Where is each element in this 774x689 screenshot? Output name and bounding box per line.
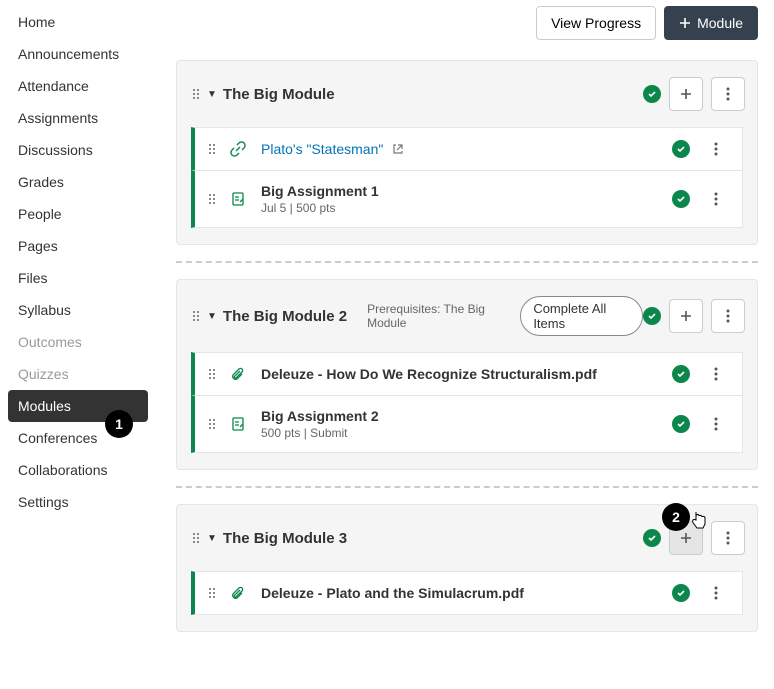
published-icon <box>672 584 690 602</box>
module-item[interactable]: Big Assignment 2 500 pts | Submit <box>191 396 743 453</box>
kebab-icon[interactable] <box>704 586 728 600</box>
published-icon <box>672 140 690 158</box>
module-header: ▼ The Big Module 2 Prerequisites: The Big … <box>177 280 757 352</box>
nav-item-grades[interactable]: Grades <box>8 166 168 198</box>
module-items: Plato's "Statesman" Big Assignment 1 Jul … <box>177 127 757 244</box>
prerequisite-text: Prerequisites: The Big Module <box>367 302 510 330</box>
collapse-caret-icon[interactable]: ▼ <box>207 89 217 100</box>
drag-handle-icon[interactable] <box>205 194 219 204</box>
view-progress-button[interactable]: View Progress <box>536 6 656 40</box>
published-icon <box>672 415 690 433</box>
plus-icon <box>679 17 691 29</box>
assignment-icon <box>229 416 247 432</box>
drag-handle-icon[interactable] <box>189 533 203 543</box>
item-title: Deleuze - Plato and the Simulacrum.pdf <box>261 585 672 601</box>
published-icon <box>643 307 661 325</box>
published-icon <box>643 85 661 103</box>
attachment-icon <box>229 585 247 601</box>
published-icon <box>672 190 690 208</box>
nav-item-people[interactable]: People <box>8 198 168 230</box>
nav-item-announcements[interactable]: Announcements <box>8 38 168 70</box>
kebab-icon[interactable] <box>711 521 745 555</box>
nav-item-home[interactable]: Home <box>8 6 168 38</box>
item-title: Plato's "Statesman" <box>261 141 672 157</box>
nav-item-outcomes[interactable]: Outcomes <box>8 326 168 358</box>
annotation-1: 1 <box>105 410 133 438</box>
module-item[interactable]: Big Assignment 1 Jul 5 | 500 pts <box>191 171 743 228</box>
nav-item-syllabus[interactable]: Syllabus <box>8 294 168 326</box>
nav-item-collaborations[interactable]: Collaborations <box>8 454 168 486</box>
published-icon <box>672 365 690 383</box>
module-item[interactable]: Deleuze - How Do We Recognize Structural… <box>191 352 743 396</box>
add-module-label: Module <box>697 15 743 31</box>
nav-item-conferences[interactable]: Conferences <box>8 422 168 454</box>
kebab-icon[interactable] <box>704 192 728 206</box>
add-item-button[interactable] <box>669 77 703 111</box>
module-item[interactable]: Plato's "Statesman" <box>191 127 743 171</box>
module-title: The Big Module 3 <box>223 530 347 547</box>
nav-item-quizzes[interactable]: Quizzes <box>8 358 168 390</box>
annotation-2: 2 <box>662 503 690 531</box>
nav-item-assignments[interactable]: Assignments <box>8 102 168 134</box>
module-separator <box>176 486 758 488</box>
module-items: Deleuze - How Do We Recognize Structural… <box>177 352 757 469</box>
attachment-icon <box>229 366 247 382</box>
drag-handle-icon[interactable] <box>205 588 219 598</box>
top-bar: View Progress Module <box>176 6 758 40</box>
drag-handle-icon[interactable] <box>205 419 219 429</box>
module-title: The Big Module <box>223 86 335 103</box>
item-meta: Jul 5 | 500 pts <box>261 201 672 215</box>
cursor-pointer-icon <box>690 510 708 530</box>
nav-item-attendance[interactable]: Attendance <box>8 70 168 102</box>
module-item[interactable]: Deleuze - Plato and the Simulacrum.pdf <box>191 571 743 615</box>
item-title: Big Assignment 2 <box>261 408 672 424</box>
kebab-icon[interactable] <box>704 142 728 156</box>
add-item-button[interactable] <box>669 299 703 333</box>
drag-handle-icon[interactable] <box>189 89 203 99</box>
item-title: Deleuze - How Do We Recognize Structural… <box>261 366 672 382</box>
nav-item-settings[interactable]: Settings <box>8 486 168 518</box>
drag-handle-icon[interactable] <box>189 311 203 321</box>
published-icon <box>643 529 661 547</box>
kebab-icon[interactable] <box>711 299 745 333</box>
kebab-icon[interactable] <box>704 367 728 381</box>
item-title: Big Assignment 1 <box>261 183 672 199</box>
module: ▼ The Big Module Plato's "Statesman" Big A… <box>176 60 758 245</box>
course-nav: HomeAnnouncementsAttendanceAssignmentsDi… <box>8 6 168 683</box>
module-header: ▼ The Big Module <box>177 61 757 127</box>
collapse-caret-icon[interactable]: ▼ <box>207 311 217 322</box>
drag-handle-icon[interactable] <box>205 144 219 154</box>
requirement-pill: Complete All Items <box>520 296 643 336</box>
module-title: The Big Module 2 <box>223 308 347 325</box>
assignment-icon <box>229 191 247 207</box>
drag-handle-icon[interactable] <box>205 369 219 379</box>
add-module-button[interactable]: Module <box>664 6 758 40</box>
module-separator <box>176 261 758 263</box>
kebab-icon[interactable] <box>704 417 728 431</box>
item-meta: 500 pts | Submit <box>261 426 672 440</box>
external-link-icon <box>393 141 403 157</box>
kebab-icon[interactable] <box>711 77 745 111</box>
module-items: Deleuze - Plato and the Simulacrum.pdf <box>177 571 757 631</box>
link-icon <box>229 141 247 157</box>
nav-item-files[interactable]: Files <box>8 262 168 294</box>
main-content: View Progress Module ▼ The Big Module Plat… <box>168 6 766 683</box>
module: ▼ The Big Module 2 Prerequisites: The Big … <box>176 279 758 470</box>
nav-item-discussions[interactable]: Discussions <box>8 134 168 166</box>
collapse-caret-icon[interactable]: ▼ <box>207 533 217 544</box>
nav-item-pages[interactable]: Pages <box>8 230 168 262</box>
